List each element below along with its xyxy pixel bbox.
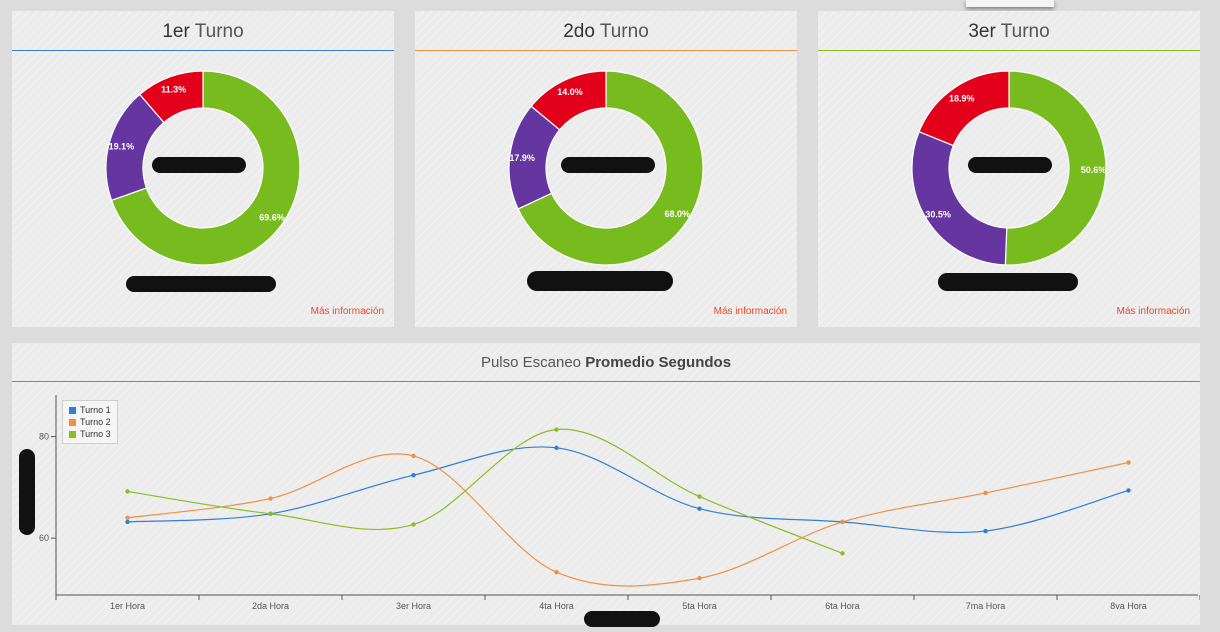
- legend-item-turno-3[interactable]: Turno 3: [69, 428, 111, 440]
- data-point[interactable]: [1126, 488, 1131, 493]
- data-point[interactable]: [411, 453, 416, 459]
- slice-label: 69.6%: [259, 212, 285, 222]
- data-point[interactable]: [697, 506, 702, 511]
- data-point[interactable]: [411, 473, 416, 478]
- x-tick-label: 4ta Hora: [539, 601, 574, 611]
- more-info-link[interactable]: Más información: [1117, 306, 1190, 317]
- data-point[interactable]: [268, 496, 273, 501]
- data-point[interactable]: [125, 519, 130, 525]
- slice-label: 30.5%: [925, 209, 951, 219]
- legend-label: Turno 1: [80, 405, 111, 415]
- y-tick-label: 80: [39, 432, 49, 442]
- redacted-y-axis-label: [19, 449, 35, 535]
- shift-panel-1: 1er Turno 69.6% 19.1% 11.3% Más informació…: [12, 11, 394, 327]
- slice-label: 50.6%: [1081, 165, 1107, 175]
- data-point[interactable]: [554, 445, 559, 450]
- donut-slice[interactable]: [911, 130, 1008, 266]
- more-info-link[interactable]: Más información: [311, 306, 384, 317]
- x-tick-label: 6ta Hora: [825, 601, 860, 611]
- data-point[interactable]: [697, 576, 702, 581]
- data-point[interactable]: [411, 522, 416, 527]
- series-line[interactable]: [127, 446, 1129, 534]
- redacted-center-label: [968, 157, 1052, 173]
- legend-label: Turno 2: [80, 417, 111, 427]
- data-point[interactable]: [840, 519, 845, 525]
- series-line[interactable]: [127, 428, 843, 554]
- donut-slice[interactable]: [918, 70, 1010, 147]
- chart-legend[interactable]: Turno 1 Turno 2 Turno 3: [62, 400, 118, 444]
- redacted-center-label: [561, 157, 655, 173]
- x-tick-label: 8va Hora: [1110, 601, 1147, 611]
- data-point[interactable]: [554, 427, 559, 432]
- data-point[interactable]: [983, 528, 988, 534]
- line-chart-panel: Pulso Escaneo Promedio Segundos 60 80 1er …: [12, 343, 1200, 627]
- redacted-center-label: [152, 157, 246, 173]
- slice-label: 68.0%: [664, 209, 690, 219]
- series-line[interactable]: [127, 453, 1129, 587]
- data-point[interactable]: [697, 494, 702, 499]
- legend-item-turno-2[interactable]: Turno 2: [69, 416, 111, 428]
- legend-item-turno-1[interactable]: Turno 1: [69, 404, 111, 416]
- redacted-footer-label: [938, 273, 1078, 291]
- x-tick-label: 5ta Hora: [682, 601, 717, 611]
- top-popup-edge: [966, 0, 1054, 7]
- line-chart: 60 80 1er Hora 2da Hora 3er Hora 4ta Hora 5ta …: [39, 395, 1200, 611]
- slice-label: 17.9%: [509, 153, 535, 163]
- x-tick-label: 7ma Hora: [966, 601, 1006, 611]
- shift-panel-2: 2do Turno 68.0% 17.9% 14.0% Más informació…: [415, 11, 797, 327]
- slice-label: 11.3%: [161, 84, 186, 94]
- shift-panel-3: 3er Turno 50.6% 30.5% 18.9% Más informació…: [818, 11, 1200, 327]
- legend-label: Turno 3: [80, 429, 111, 439]
- slice-label: 14.0%: [557, 87, 583, 97]
- data-point[interactable]: [268, 511, 273, 516]
- x-tick-label: 3er Hora: [396, 601, 431, 611]
- more-info-link[interactable]: Más información: [714, 306, 787, 317]
- data-point[interactable]: [125, 489, 130, 494]
- slice-label: 18.9%: [949, 93, 975, 103]
- redacted-footer-label: [527, 271, 673, 291]
- data-point[interactable]: [125, 515, 130, 521]
- data-point[interactable]: [983, 490, 988, 496]
- data-point[interactable]: [554, 569, 559, 575]
- redacted-footer-label: [126, 276, 276, 292]
- x-tick-label: 1er Hora: [110, 601, 145, 611]
- data-point[interactable]: [1126, 460, 1131, 465]
- slice-label: 19.1%: [109, 142, 135, 152]
- y-tick-label: 60: [39, 533, 49, 543]
- redacted-x-axis-label: [584, 611, 660, 627]
- data-point[interactable]: [840, 551, 845, 556]
- x-tick-label: 2da Hora: [252, 601, 289, 611]
